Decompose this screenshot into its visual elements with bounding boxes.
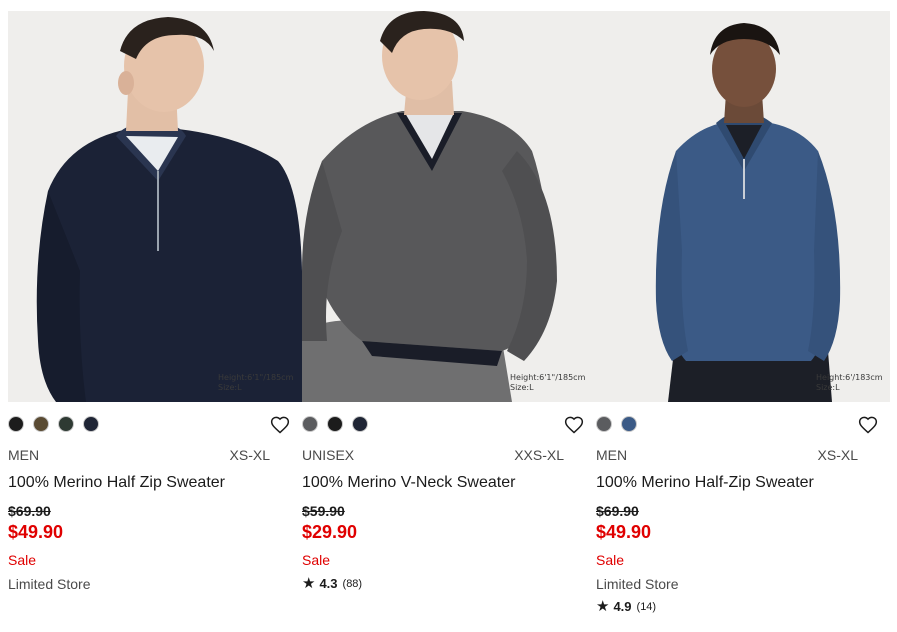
- model-info: Height:6'/183cm Size:L: [816, 373, 883, 392]
- product-card[interactable]: Height:6'/183cm Size:L MEN XS-XL 100% Me…: [596, 0, 890, 632]
- model-info: Height:6'1"/185cm Size:L: [510, 373, 586, 392]
- review-count: (88): [342, 577, 363, 590]
- color-swatch[interactable]: [621, 416, 637, 432]
- heart-outline-icon[interactable]: [564, 415, 584, 435]
- size-range: XS-XL: [229, 447, 270, 463]
- color-swatch[interactable]: [302, 416, 318, 432]
- color-swatch[interactable]: [83, 416, 99, 432]
- original-price: $69.90: [596, 503, 639, 519]
- color-swatches: [302, 416, 368, 434]
- product-name[interactable]: 100% Merino V-Neck Sweater: [302, 474, 515, 492]
- color-swatch[interactable]: [33, 416, 49, 432]
- store-availability: Limited Store: [8, 576, 91, 592]
- color-swatch[interactable]: [352, 416, 368, 432]
- color-swatch[interactable]: [596, 416, 612, 432]
- color-swatch[interactable]: [8, 416, 24, 432]
- rating-score: 4.9: [613, 599, 632, 614]
- heart-outline-icon[interactable]: [858, 415, 878, 435]
- product-gender: UNISEX: [302, 447, 355, 463]
- color-swatches: [596, 416, 637, 434]
- model-illustration: [596, 11, 890, 402]
- model-info: Height:6'1"/185cm Size:L: [218, 373, 294, 392]
- sale-price: $49.90: [8, 522, 64, 542]
- product-photo[interactable]: Height:6'/183cm Size:L: [596, 11, 890, 402]
- star-icon: ★: [596, 598, 610, 615]
- sale-label: Sale: [596, 552, 625, 568]
- product-grid: Height:6'1"/185cm Size:L MEN XS-XL 100% …: [0, 0, 897, 632]
- product-photo[interactable]: Height:6'1"/185cm Size:L: [302, 11, 596, 402]
- heart-outline-icon[interactable]: [270, 415, 290, 435]
- product-name[interactable]: 100% Merino Half-Zip Sweater: [596, 474, 814, 492]
- rating-score: 4.3: [319, 576, 338, 591]
- color-swatch[interactable]: [327, 416, 343, 432]
- store-availability: Limited Store: [596, 576, 679, 592]
- product-card[interactable]: Height:6'1"/185cm Size:L MEN XS-XL 100% …: [8, 0, 302, 632]
- color-swatches: [8, 416, 99, 434]
- product-name[interactable]: 100% Merino Half Zip Sweater: [8, 474, 225, 492]
- size-range: XS-XL: [817, 447, 858, 463]
- sale-price: $49.90: [596, 522, 652, 542]
- sale-price: $29.90: [302, 522, 358, 542]
- original-price: $69.90: [8, 503, 51, 519]
- review-count: (14): [636, 600, 657, 613]
- product-gender: MEN: [8, 447, 40, 463]
- model-illustration: [302, 11, 596, 402]
- color-swatch[interactable]: [58, 416, 74, 432]
- product-card[interactable]: Height:6'1"/185cm Size:L UNISEX XXS-XL 1…: [302, 0, 596, 632]
- star-icon: ★: [302, 575, 316, 592]
- product-photo[interactable]: Height:6'1"/185cm Size:L: [8, 11, 302, 402]
- product-rating[interactable]: ★ 4.9 (14): [596, 599, 656, 614]
- product-rating[interactable]: ★ 4.3 (88): [302, 576, 362, 591]
- model-illustration: [8, 11, 302, 402]
- original-price: $59.90: [302, 503, 345, 519]
- sale-label: Sale: [8, 552, 37, 568]
- size-range: XXS-XL: [514, 447, 564, 463]
- product-gender: MEN: [596, 447, 628, 463]
- sale-label: Sale: [302, 552, 331, 568]
